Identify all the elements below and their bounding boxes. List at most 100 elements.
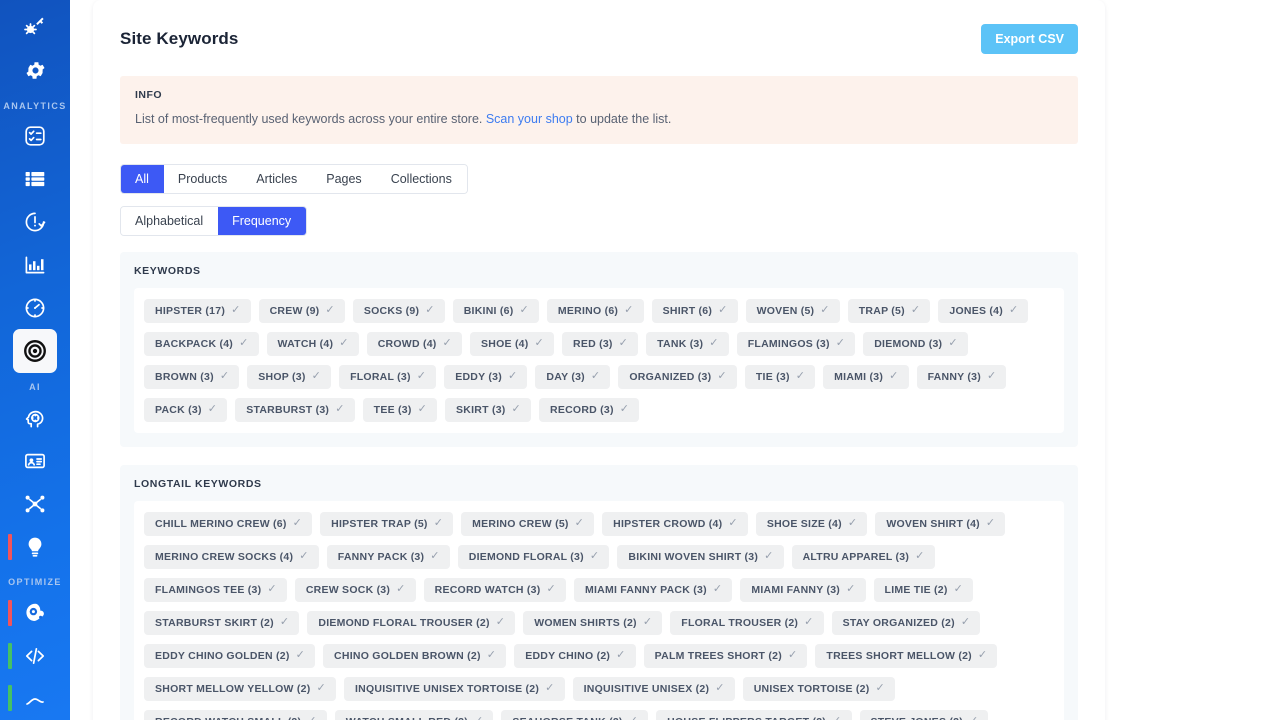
sidebar-item-bar-chart[interactable]: [0, 244, 70, 287]
keyword-pill[interactable]: MIAMI (3) ✓: [823, 364, 909, 389]
keyword-pill[interactable]: WATCH (4) ✓: [266, 331, 359, 356]
check-icon[interactable]: ✓: [547, 584, 556, 595]
sidebar-item-brain-head[interactable]: [0, 396, 70, 439]
keyword-pill[interactable]: RECORD WATCH (3) ✓: [423, 577, 566, 602]
keyword-pill[interactable]: DIEMOND FLORAL (3) ✓: [457, 544, 610, 569]
check-icon[interactable]: ✓: [307, 716, 316, 720]
check-icon[interactable]: ✓: [948, 338, 957, 349]
check-icon[interactable]: ✓: [208, 404, 217, 415]
keyword-pill[interactable]: CREW SOCK (3) ✓: [294, 577, 416, 602]
keyword-pill[interactable]: WOVEN (5) ✓: [745, 298, 840, 323]
check-icon[interactable]: ✓: [619, 338, 628, 349]
keyword-pill[interactable]: MIAMI FANNY (3) ✓: [740, 577, 866, 602]
keyword-pill[interactable]: FLORAL TROUSER (2) ✓: [670, 610, 824, 635]
keyword-pill[interactable]: MIAMI FANNY PACK (3) ✓: [573, 577, 733, 602]
keyword-pill[interactable]: SHIRT (6) ✓: [651, 298, 738, 323]
keyword-pill[interactable]: HIPSTER (17) ✓: [144, 298, 251, 323]
check-icon[interactable]: ✓: [796, 371, 805, 382]
keyword-pill[interactable]: JONES (4) ✓: [938, 298, 1029, 323]
keyword-pill[interactable]: TREES SHORT MELLOW (2) ✓: [815, 643, 998, 668]
keyword-pill[interactable]: SHOP (3) ✓: [247, 364, 332, 389]
keyword-pill[interactable]: SHOE (4) ✓: [470, 331, 554, 356]
sidebar-item-partial[interactable]: [0, 677, 70, 720]
check-icon[interactable]: ✓: [474, 716, 483, 720]
check-icon[interactable]: ✓: [889, 371, 898, 382]
check-icon[interactable]: ✓: [876, 683, 885, 694]
keyword-pill[interactable]: INQUISITIVE UNISEX (2) ✓: [572, 676, 735, 701]
keyword-pill[interactable]: ORGANIZED (3) ✓: [618, 364, 737, 389]
check-icon[interactable]: ✓: [832, 716, 841, 720]
check-icon[interactable]: ✓: [986, 518, 995, 529]
sidebar-item-list-grid[interactable]: [0, 158, 70, 201]
keyword-pill[interactable]: STEVE JONES (2) ✓: [859, 709, 989, 720]
check-icon[interactable]: ✓: [335, 404, 344, 415]
check-icon[interactable]: ✓: [299, 551, 308, 562]
check-icon[interactable]: ✓: [396, 584, 405, 595]
sidebar-item-speedometer[interactable]: [0, 287, 70, 330]
check-icon[interactable]: ✓: [624, 305, 633, 316]
keyword-pill[interactable]: BIKINI (6) ✓: [452, 298, 539, 323]
check-icon[interactable]: ✓: [788, 650, 797, 661]
check-icon[interactable]: ✓: [443, 338, 452, 349]
check-icon[interactable]: ✓: [804, 617, 813, 628]
keyword-pill[interactable]: BIKINI WOVEN SHIRT (3) ✓: [617, 544, 784, 569]
check-icon[interactable]: ✓: [496, 617, 505, 628]
check-icon[interactable]: ✓: [954, 584, 963, 595]
tab-alphabetical[interactable]: Alphabetical: [121, 206, 219, 235]
keyword-pill[interactable]: HOUSE FLIPPERS TARGET (2) ✓: [656, 709, 852, 720]
keyword-pill[interactable]: STAY ORGANIZED (2) ✓: [831, 610, 981, 635]
keyword-pill[interactable]: SHORT MELLOW YELLOW (2) ✓: [144, 676, 336, 701]
keyword-pill[interactable]: SKIRT (3) ✓: [445, 397, 532, 422]
check-icon[interactable]: ✓: [713, 584, 722, 595]
keyword-pill[interactable]: RECORD WATCH SMALL (2) ✓: [144, 709, 327, 720]
keyword-pill[interactable]: SHOE SIZE (4) ✓: [755, 511, 868, 536]
keyword-pill[interactable]: SOCKS (9) ✓: [352, 298, 445, 323]
check-icon[interactable]: ✓: [717, 371, 726, 382]
check-icon[interactable]: ✓: [418, 404, 427, 415]
sidebar-item-alert-clock[interactable]: [0, 201, 70, 244]
sidebar-item-settings-palette[interactable]: [0, 591, 70, 634]
keyword-pill[interactable]: TIE (3) ✓: [744, 364, 816, 389]
check-icon[interactable]: ✓: [987, 371, 996, 382]
keyword-pill[interactable]: FLORAL (3) ✓: [339, 364, 437, 389]
check-icon[interactable]: ✓: [231, 305, 240, 316]
sidebar-item-target[interactable]: [0, 329, 70, 374]
keyword-pill[interactable]: FANNY (3) ✓: [916, 364, 1007, 389]
keyword-pill[interactable]: STARBURST SKIRT (2) ✓: [144, 610, 300, 635]
check-icon[interactable]: ✓: [978, 650, 987, 661]
keyword-pill[interactable]: PACK (3) ✓: [144, 397, 228, 422]
check-icon[interactable]: ✓: [487, 650, 496, 661]
check-icon[interactable]: ✓: [591, 371, 600, 382]
check-icon[interactable]: ✓: [718, 305, 727, 316]
sidebar-item-id-card[interactable]: [0, 439, 70, 482]
keyword-pill[interactable]: HIPSTER TRAP (5) ✓: [320, 511, 454, 536]
check-icon[interactable]: ✓: [629, 716, 638, 720]
keyword-pill[interactable]: RECORD (3) ✓: [539, 397, 640, 422]
keyword-pill[interactable]: HIPSTER CROWD (4) ✓: [602, 511, 748, 536]
export-csv-button[interactable]: Export CSV: [981, 24, 1078, 54]
keyword-pill[interactable]: EDDY (3) ✓: [444, 364, 528, 389]
check-icon[interactable]: ✓: [434, 518, 443, 529]
check-icon[interactable]: ✓: [316, 683, 325, 694]
tab-articles[interactable]: Articles: [242, 164, 313, 193]
check-icon[interactable]: ✓: [575, 518, 584, 529]
keyword-pill[interactable]: STARBURST (3) ✓: [235, 397, 355, 422]
sidebar-item-bug-tool[interactable]: [0, 6, 70, 49]
check-icon[interactable]: ✓: [846, 584, 855, 595]
sidebar-item-network-nodes[interactable]: [0, 482, 70, 525]
check-icon[interactable]: ✓: [293, 518, 302, 529]
check-icon[interactable]: ✓: [1009, 305, 1018, 316]
check-icon[interactable]: ✓: [339, 338, 348, 349]
keyword-pill[interactable]: BACKPACK (4) ✓: [144, 331, 259, 356]
keyword-pill[interactable]: INQUISITIVE UNISEX TORTOISE (2) ✓: [343, 676, 565, 701]
check-icon[interactable]: ✓: [430, 551, 439, 562]
keyword-pill[interactable]: EDDY CHINO (2) ✓: [514, 643, 636, 668]
check-icon[interactable]: ✓: [728, 518, 737, 529]
check-icon[interactable]: ✓: [820, 305, 829, 316]
check-icon[interactable]: ✓: [620, 404, 629, 415]
sidebar-item-gear[interactable]: [0, 49, 70, 92]
check-icon[interactable]: ✓: [836, 338, 845, 349]
check-icon[interactable]: ✓: [915, 551, 924, 562]
keyword-pill[interactable]: CHILL MERINO CREW (6) ✓: [144, 511, 313, 536]
sidebar-item-code[interactable]: [0, 634, 70, 677]
